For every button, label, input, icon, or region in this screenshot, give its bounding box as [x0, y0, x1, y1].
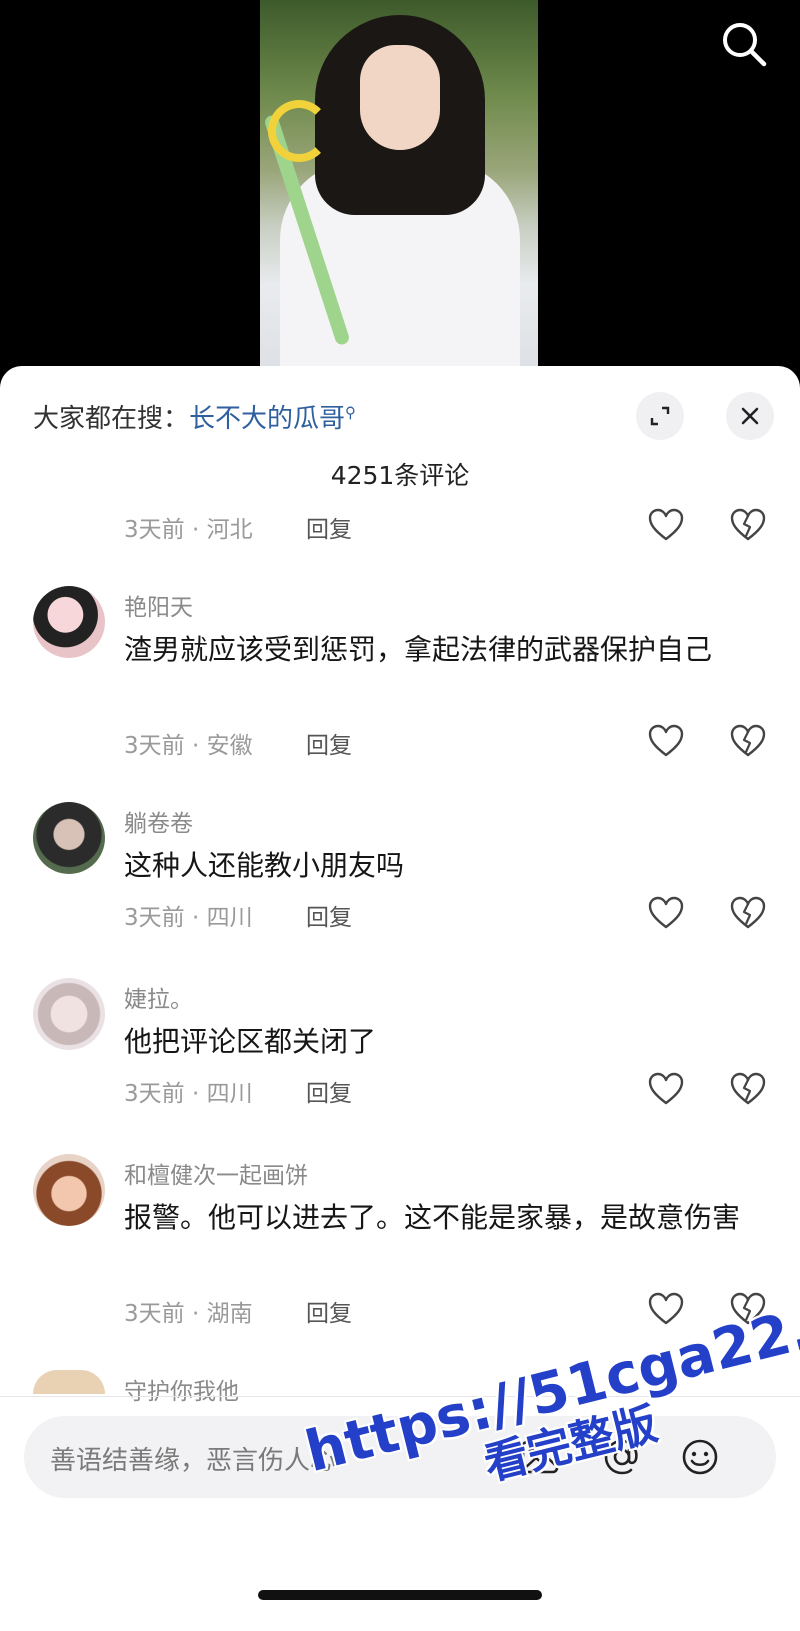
reply-button[interactable]: 回复 — [306, 510, 352, 544]
broken-heart-icon[interactable] — [730, 508, 766, 542]
search-button[interactable] — [716, 16, 772, 72]
video-player[interactable] — [0, 0, 800, 380]
trending-prefix: 大家都在搜： — [33, 404, 190, 434]
search-icon — [723, 23, 767, 67]
heart-icon[interactable] — [648, 1072, 684, 1106]
reply-button[interactable]: 回复 — [306, 898, 352, 932]
reply-button[interactable]: 回复 — [306, 726, 352, 760]
heart-icon[interactable] — [648, 724, 684, 758]
home-indicator[interactable] — [258, 1590, 542, 1600]
comment-username[interactable]: 婕拉。 — [124, 980, 193, 1014]
comment-input-placeholder[interactable]: 善语结善缘，恶言伤人心 — [50, 1440, 336, 1477]
close-button[interactable] — [726, 392, 774, 440]
avatar[interactable] — [33, 802, 105, 874]
heart-icon[interactable] — [648, 896, 684, 930]
avatar[interactable] — [33, 586, 105, 658]
broken-heart-icon[interactable] — [730, 724, 766, 758]
avatar[interactable] — [33, 978, 105, 1050]
reply-button[interactable]: 回复 — [306, 1294, 352, 1328]
comment-username[interactable]: 艳阳天 — [124, 588, 193, 622]
expand-button[interactable] — [636, 392, 684, 440]
comment-text: 渣男就应该受到惩罚，拿起法律的武器保护自己 — [124, 633, 713, 666]
comment-meta: 3天前 · 湖南 — [124, 1301, 253, 1327]
comment-meta: 3天前 · 四川 — [124, 905, 253, 931]
comment-text: 报警。他可以进去了。这不能是家暴，是故意伤害 — [124, 1201, 741, 1234]
trending-keyword[interactable]: 长不大的瓜哥 — [189, 404, 345, 434]
broken-heart-icon[interactable] — [730, 896, 766, 930]
comment-meta: 3天前 · 安徽 — [124, 733, 253, 759]
avatar[interactable] — [33, 1370, 105, 1394]
comment-meta: 3天前 · 河北 — [124, 517, 253, 543]
heart-icon[interactable] — [648, 508, 684, 542]
close-icon — [741, 407, 759, 425]
reply-button[interactable]: 回复 — [306, 1074, 352, 1108]
comment-text: 他把评论区都关闭了 — [124, 1025, 377, 1058]
comment-username[interactable]: 和檀健次一起画饼 — [124, 1156, 308, 1190]
comment-text: 这种人还能教小朋友吗 — [124, 849, 405, 882]
video-frame — [260, 0, 538, 380]
expand-icon — [650, 406, 670, 426]
trending-search[interactable]: 大家都在搜：长不大的瓜哥⚲ — [33, 398, 356, 435]
video-wand-top — [268, 100, 330, 162]
comment-username[interactable]: 守护你我他 — [124, 1372, 239, 1406]
heart-icon[interactable] — [648, 1292, 684, 1326]
small-search-icon: ⚲ — [345, 403, 357, 422]
comment-username[interactable]: 躺卷卷 — [124, 804, 193, 838]
avatar[interactable] — [33, 1154, 105, 1226]
comment-count: 4251条评论 — [330, 461, 470, 490]
video-person-face — [360, 45, 440, 150]
broken-heart-icon[interactable] — [730, 1072, 766, 1106]
comment-meta: 3天前 · 四川 — [124, 1081, 253, 1107]
